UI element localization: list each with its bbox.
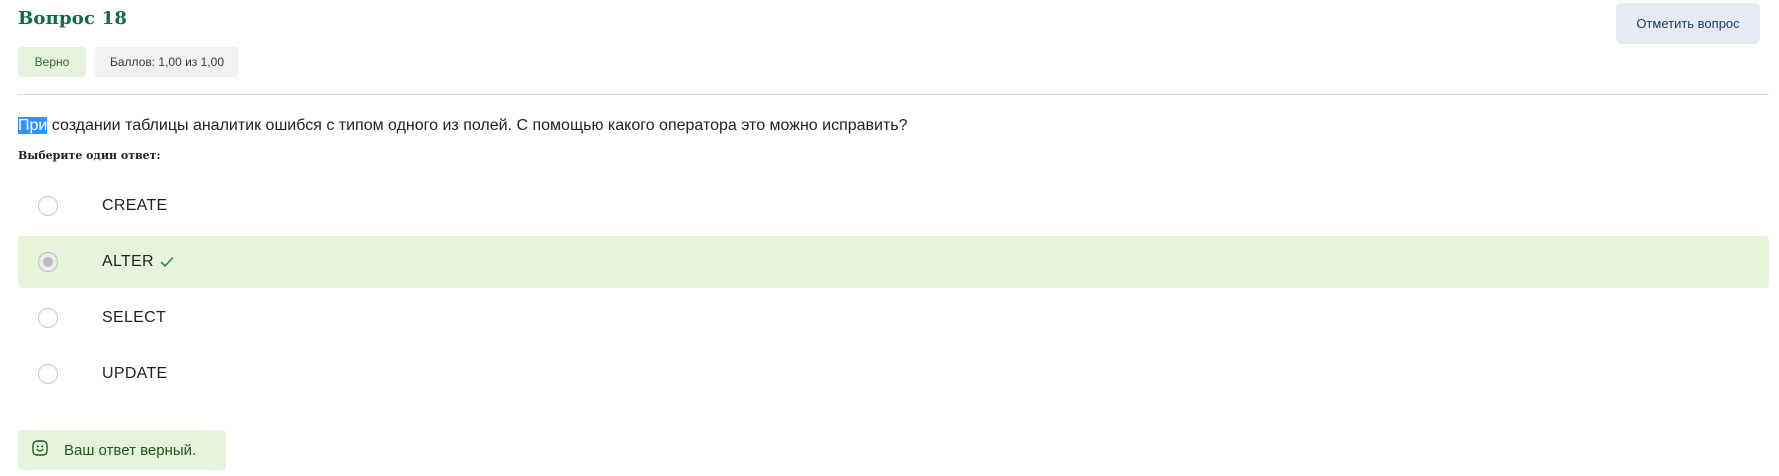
check-icon [160, 256, 174, 268]
question-page: Вопрос 18 Отметить вопрос Верно Баллов: … [0, 0, 1779, 476]
status-badge: Верно [18, 47, 86, 77]
question-title: Вопрос 18 [18, 8, 128, 29]
answer-option-alter[interactable]: ALTER [18, 236, 1769, 288]
question-text: При создании таблицы аналитик ошибся с т… [18, 117, 908, 135]
answer-options: CREATE ALTER SELECT UPDATE [18, 180, 1769, 404]
answer-option-label: CREATE [102, 197, 168, 214]
feedback-box: Ваш ответ верный. [18, 430, 226, 470]
flag-question-button[interactable]: Отметить вопрос [1616, 3, 1760, 44]
question-text-rest: создании таблицы аналитик ошибся с типом… [47, 117, 908, 134]
answer-option-label: ALTER [102, 253, 154, 270]
answer-prompt: Выберите один ответ: [18, 149, 161, 162]
answer-option-update[interactable]: UPDATE [18, 348, 1769, 400]
question-info-badges: Верно Баллов: 1,00 из 1,00 [18, 47, 239, 77]
radio-button[interactable] [38, 196, 58, 216]
score-badge: Баллов: 1,00 из 1,00 [95, 47, 239, 77]
feedback-text: Ваш ответ верный. [64, 441, 197, 459]
answer-option-select[interactable]: SELECT [18, 292, 1769, 344]
answer-option-label: UPDATE [102, 365, 168, 382]
radio-button-selected[interactable] [38, 252, 58, 272]
smile-icon [32, 439, 48, 461]
answer-option-label: SELECT [102, 309, 167, 326]
divider [18, 94, 1769, 95]
radio-button[interactable] [38, 308, 58, 328]
highlighted-text: При [18, 117, 48, 134]
radio-dot [43, 257, 53, 267]
answer-option-create[interactable]: CREATE [18, 180, 1769, 232]
radio-button[interactable] [38, 364, 58, 384]
